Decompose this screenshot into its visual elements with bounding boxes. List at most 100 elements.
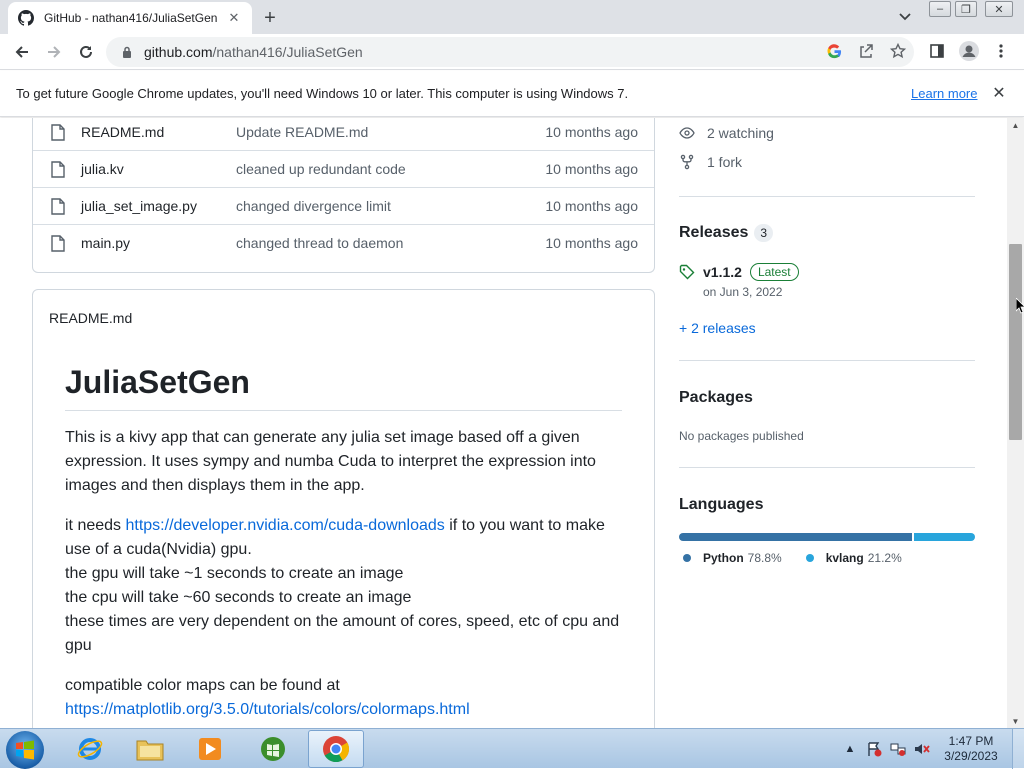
scroll-up-arrow-icon[interactable]: ▲ bbox=[1007, 118, 1024, 132]
taskbar-media-center[interactable] bbox=[245, 730, 301, 768]
colormaps-link[interactable]: https://matplotlib.org/3.5.0/tutorials/c… bbox=[65, 701, 470, 718]
lock-icon[interactable] bbox=[120, 45, 134, 59]
folder-icon bbox=[136, 740, 164, 761]
volume-muted-icon[interactable] bbox=[912, 729, 932, 769]
taskbar-chrome[interactable] bbox=[308, 730, 364, 768]
close-window-button[interactable]: ✕ bbox=[985, 1, 1013, 17]
start-button[interactable] bbox=[6, 731, 44, 769]
scrollbar-thumb[interactable] bbox=[1009, 244, 1022, 440]
packages-heading[interactable]: Packages bbox=[679, 389, 753, 407]
latest-release[interactable]: v1.1.2 Latest bbox=[679, 263, 799, 281]
taskbar-media-player[interactable] bbox=[182, 730, 238, 768]
restore-button[interactable]: ❐ bbox=[955, 1, 977, 17]
taskbar-internet-explorer[interactable] bbox=[62, 730, 118, 768]
python-color-dot bbox=[683, 554, 691, 562]
file-icon bbox=[51, 198, 65, 215]
file-row[interactable]: julia.kv cleaned up redundant code 10 mo… bbox=[33, 150, 654, 187]
commit-message-link[interactable]: Update README.md bbox=[236, 124, 368, 140]
language-list: Python 78.8% kvlang 21.2% bbox=[679, 551, 922, 565]
commit-message-link[interactable]: changed divergence limit bbox=[236, 198, 391, 214]
media-center-icon bbox=[261, 737, 285, 761]
times-note-line: these times are very dependent on the am… bbox=[65, 613, 620, 654]
infobar-message: To get future Google Chrome updates, you… bbox=[16, 86, 629, 101]
infobar-close-icon[interactable]: ✕ bbox=[990, 84, 1008, 102]
media-player-icon bbox=[199, 738, 221, 760]
page-scrollbar[interactable]: ▲ ▼ bbox=[1007, 118, 1024, 728]
reload-button[interactable] bbox=[74, 40, 98, 64]
tab-strip: GitHub - nathan416/JuliaSetGen ✕ + – ❐ ✕ bbox=[0, 0, 1024, 34]
release-date: on Jun 3, 2022 bbox=[703, 285, 783, 299]
file-row[interactable]: README.md Update README.md 10 months ago bbox=[33, 118, 654, 150]
gpu-time-line: the gpu will take ~1 seconds to create a… bbox=[65, 565, 404, 582]
commit-age: 10 months ago bbox=[545, 161, 638, 177]
windows-logo-icon bbox=[16, 740, 34, 760]
address-bar[interactable]: github.com/nathan416/JuliaSetGen bbox=[106, 37, 914, 67]
tab-close-icon[interactable]: ✕ bbox=[226, 10, 242, 26]
fork-icon bbox=[679, 154, 695, 170]
file-name-link[interactable]: main.py bbox=[81, 235, 130, 251]
commit-age: 10 months ago bbox=[545, 235, 638, 251]
language-name[interactable]: Python bbox=[703, 551, 744, 565]
file-name-link[interactable]: julia.kv bbox=[81, 161, 124, 177]
kvlang-color-dot bbox=[805, 554, 814, 562]
network-icon[interactable] bbox=[888, 729, 908, 769]
google-icon[interactable] bbox=[823, 40, 845, 62]
language-bar-kvlang bbox=[914, 533, 975, 541]
language-percent: 21.2% bbox=[867, 551, 902, 565]
action-center-flag-icon[interactable] bbox=[864, 729, 884, 769]
mouse-cursor-icon bbox=[1016, 298, 1024, 314]
more-releases-link[interactable]: + 2 releases bbox=[679, 320, 756, 336]
clock-date: 3/29/2023 bbox=[944, 749, 998, 763]
watchers-link[interactable]: 2 watching bbox=[679, 123, 774, 143]
file-row[interactable]: main.py changed thread to daemon 10 mont… bbox=[33, 224, 654, 261]
show-desktop-button[interactable] bbox=[1012, 729, 1024, 769]
divider bbox=[679, 196, 975, 197]
eye-icon bbox=[679, 125, 695, 141]
latest-badge: Latest bbox=[749, 263, 799, 281]
back-button[interactable] bbox=[10, 40, 34, 64]
readme-paragraph: it needs https://developer.nvidia.com/cu… bbox=[65, 517, 620, 654]
clock-time: 1:47 PM bbox=[948, 734, 994, 748]
divider bbox=[679, 467, 975, 468]
releases-heading[interactable]: Releases 3 bbox=[679, 224, 774, 242]
language-name[interactable]: kvlang bbox=[826, 551, 864, 565]
tab-search-icon[interactable] bbox=[896, 8, 914, 26]
readme-header[interactable]: README.md bbox=[49, 310, 132, 326]
commit-message-link[interactable]: changed thread to daemon bbox=[236, 235, 403, 251]
forks-link[interactable]: 1 fork bbox=[679, 152, 742, 172]
file-name-link[interactable]: julia_set_image.py bbox=[81, 198, 197, 214]
file-icon bbox=[51, 161, 65, 178]
readme-body: This is a kivy app that can generate any… bbox=[65, 426, 625, 728]
scroll-down-arrow-icon[interactable]: ▼ bbox=[1007, 714, 1024, 728]
browser-tab[interactable]: GitHub - nathan416/JuliaSetGen ✕ bbox=[8, 2, 252, 34]
browser-toolbar: github.com/nathan416/JuliaSetGen bbox=[0, 34, 1024, 70]
commit-age: 10 months ago bbox=[545, 124, 638, 140]
menu-dots-icon[interactable] bbox=[990, 40, 1012, 62]
tag-icon bbox=[679, 264, 695, 280]
profile-avatar-icon[interactable] bbox=[958, 40, 980, 62]
windows-taskbar: ▲ 1:47 PM 3/29/2023 bbox=[0, 728, 1024, 769]
share-icon[interactable] bbox=[855, 40, 877, 62]
language-bar-python bbox=[679, 533, 912, 541]
cuda-download-link[interactable]: https://developer.nvidia.com/cuda-downlo… bbox=[125, 517, 444, 534]
show-hidden-icons[interactable]: ▲ bbox=[843, 729, 857, 769]
releases-count: 3 bbox=[754, 224, 774, 242]
taskbar-file-explorer[interactable] bbox=[122, 730, 178, 768]
forward-button[interactable] bbox=[42, 40, 66, 64]
learn-more-link[interactable]: Learn more bbox=[911, 86, 977, 101]
tab-title: GitHub - nathan416/JuliaSetGen bbox=[44, 11, 218, 25]
page-viewport: README.md Update README.md 10 months ago… bbox=[0, 118, 1007, 728]
side-panel-icon[interactable] bbox=[926, 40, 948, 62]
commit-message-link[interactable]: cleaned up redundant code bbox=[236, 161, 406, 177]
update-infobar: To get future Google Chrome updates, you… bbox=[0, 71, 1024, 117]
file-row[interactable]: julia_set_image.py changed divergence li… bbox=[33, 187, 654, 224]
readme-box: README.md JuliaSetGen This is a kivy app… bbox=[32, 289, 655, 728]
file-name-link[interactable]: README.md bbox=[81, 124, 164, 140]
bookmark-star-icon[interactable] bbox=[887, 40, 909, 62]
languages-heading: Languages bbox=[679, 496, 764, 513]
minimize-button[interactable]: – bbox=[929, 1, 951, 17]
system-clock[interactable]: 1:47 PM 3/29/2023 bbox=[936, 734, 1006, 764]
readme-title: JuliaSetGen bbox=[65, 362, 622, 411]
readme-paragraph: This is a kivy app that can generate any… bbox=[65, 429, 596, 494]
new-tab-button[interactable]: + bbox=[258, 6, 282, 30]
